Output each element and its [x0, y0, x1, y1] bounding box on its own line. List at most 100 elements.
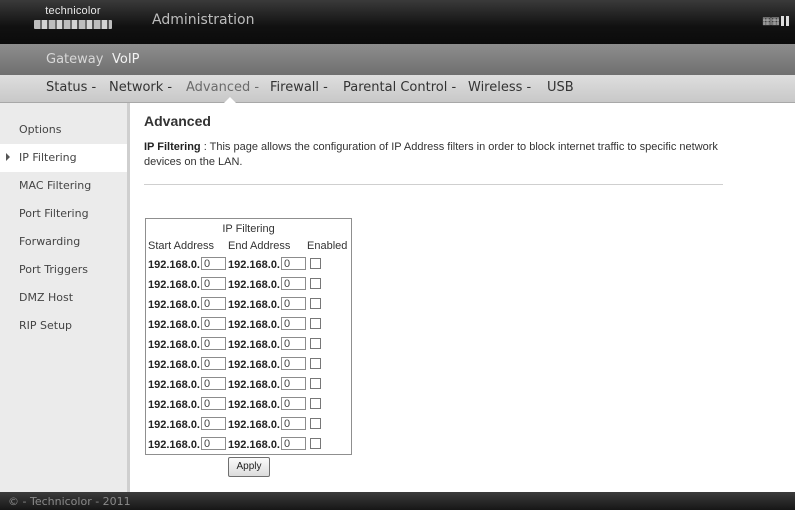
page-title: Administration — [152, 12, 255, 28]
enabled-checkbox[interactable] — [310, 318, 321, 329]
description-label: IP Filtering — [144, 141, 201, 153]
end-address-input[interactable] — [281, 277, 306, 290]
technicolor-logo[interactable]: technicolor — [34, 5, 112, 35]
end-prefix: 192.168.0. — [228, 379, 280, 391]
enabled-checkbox[interactable] — [310, 398, 321, 409]
top-menu-gateway[interactable]: Gateway — [46, 52, 103, 67]
start-address-input[interactable] — [201, 397, 226, 410]
end-address-input[interactable] — [281, 417, 306, 430]
enabled-checkbox[interactable] — [310, 418, 321, 429]
end-prefix: 192.168.0. — [228, 359, 280, 371]
table-row: 192.168.0. 192.168.0. — [146, 255, 351, 275]
table-row: 192.168.0. 192.168.0. — [146, 435, 351, 455]
nav-parental-control[interactable]: Parental Control - — [343, 80, 456, 95]
end-prefix: 192.168.0. — [228, 259, 280, 271]
end-address-input[interactable] — [281, 297, 306, 310]
start-prefix: 192.168.0. — [148, 439, 200, 451]
start-address-input[interactable] — [201, 357, 226, 370]
sidebar-item-label: Forwarding — [19, 235, 81, 248]
start-address-input[interactable] — [201, 337, 226, 350]
end-prefix: 192.168.0. — [228, 319, 280, 331]
table-row: 192.168.0. 192.168.0. — [146, 295, 351, 315]
table-row: 192.168.0. 192.168.0. — [146, 375, 351, 395]
sidebar-item-label: Options — [19, 123, 62, 136]
end-address-input[interactable] — [281, 437, 306, 450]
description-separator: : — [203, 141, 207, 153]
start-address-input[interactable] — [201, 437, 226, 450]
nav-active-pointer — [224, 97, 236, 103]
sidebar-item-label: RIP Setup — [19, 319, 73, 332]
sidebar-item-label: MAC Filtering — [19, 179, 92, 192]
start-address-input[interactable] — [201, 417, 226, 430]
nav-wireless[interactable]: Wireless - — [468, 80, 531, 95]
sidebar-item-options[interactable]: Options — [0, 116, 127, 144]
sidebar-item-dmz-host[interactable]: DMZ Host — [0, 284, 127, 312]
sidebar-item-mac-filtering[interactable]: MAC Filtering — [0, 172, 127, 200]
enabled-checkbox[interactable] — [310, 278, 321, 289]
copyright-text: © - Technicolor - 2011 — [8, 495, 131, 508]
end-prefix: 192.168.0. — [228, 299, 280, 311]
end-address-input[interactable] — [281, 337, 306, 350]
language-toggle-icon[interactable] — [781, 16, 789, 26]
sidebar-item-forwarding[interactable]: Forwarding — [0, 228, 127, 256]
logo-graphic — [34, 20, 112, 29]
nav-status[interactable]: Status - — [46, 80, 96, 95]
ip-filtering-table: IP Filtering Start Address End Address E… — [145, 218, 352, 455]
logo-text: technicolor — [45, 5, 101, 17]
start-address-input[interactable] — [201, 297, 226, 310]
start-address-input[interactable] — [201, 257, 226, 270]
top-menu-voip[interactable]: VoIP — [112, 52, 140, 67]
enabled-checkbox[interactable] — [310, 298, 321, 309]
end-address-input[interactable] — [281, 257, 306, 270]
start-prefix: 192.168.0. — [148, 279, 200, 291]
end-prefix: 192.168.0. — [228, 279, 280, 291]
sidebar-item-label: DMZ Host — [19, 291, 74, 304]
column-header-end: End Address — [228, 240, 291, 252]
column-header-start: Start Address — [148, 240, 215, 252]
header-bar: technicolor Administration ▦▦ — [0, 0, 795, 44]
end-address-input[interactable] — [281, 357, 306, 370]
start-address-input[interactable] — [201, 317, 226, 330]
sidebar-item-port-triggers[interactable]: Port Triggers — [0, 256, 127, 284]
end-prefix: 192.168.0. — [228, 339, 280, 351]
enabled-checkbox[interactable] — [310, 358, 321, 369]
nav-firewall[interactable]: Firewall - — [270, 80, 328, 95]
nav-usb[interactable]: USB — [547, 80, 574, 95]
sidebar-item-label: Port Filtering — [19, 207, 89, 220]
sidebar-item-port-filtering[interactable]: Port Filtering — [0, 200, 127, 228]
description-text: This page allows the configuration of IP… — [144, 141, 718, 168]
start-prefix: 192.168.0. — [148, 399, 200, 411]
enabled-checkbox[interactable] — [310, 258, 321, 269]
end-address-input[interactable] — [281, 377, 306, 390]
table-row: 192.168.0. 192.168.0. — [146, 335, 351, 355]
end-prefix: 192.168.0. — [228, 419, 280, 431]
start-prefix: 192.168.0. — [148, 259, 200, 271]
language-icon[interactable]: ▦▦ — [762, 16, 780, 27]
sidebar-item-rip-setup[interactable]: RIP Setup — [0, 312, 127, 340]
apply-button[interactable]: Apply — [228, 457, 270, 477]
end-address-input[interactable] — [281, 397, 306, 410]
nav-advanced[interactable]: Advanced - — [186, 80, 259, 95]
end-prefix: 192.168.0. — [228, 439, 280, 451]
start-address-input[interactable] — [201, 377, 226, 390]
sidebar-item-ip-filtering[interactable]: IP Filtering — [0, 144, 127, 172]
sidebar-item-label: IP Filtering — [19, 151, 77, 164]
enabled-checkbox[interactable] — [310, 378, 321, 389]
start-prefix: 192.168.0. — [148, 379, 200, 391]
main-nav: Status - Network - Advanced - Firewall -… — [0, 75, 795, 103]
table-title: IP Filtering — [222, 223, 275, 235]
footer: © - Technicolor - 2011 — [0, 492, 795, 510]
table-row: 192.168.0. 192.168.0. — [146, 415, 351, 435]
enabled-checkbox[interactable] — [310, 438, 321, 449]
start-prefix: 192.168.0. — [148, 359, 200, 371]
column-header-enabled: Enabled — [307, 240, 348, 252]
sidebar: Options IP Filtering MAC Filtering Port … — [0, 103, 130, 492]
table-row: 192.168.0. 192.168.0. — [146, 315, 351, 335]
start-prefix: 192.168.0. — [148, 319, 200, 331]
enabled-checkbox[interactable] — [310, 338, 321, 349]
table-row: 192.168.0. 192.168.0. — [146, 395, 351, 415]
start-address-input[interactable] — [201, 277, 226, 290]
nav-network[interactable]: Network - — [109, 80, 172, 95]
triangle-right-icon — [6, 153, 10, 161]
end-address-input[interactable] — [281, 317, 306, 330]
